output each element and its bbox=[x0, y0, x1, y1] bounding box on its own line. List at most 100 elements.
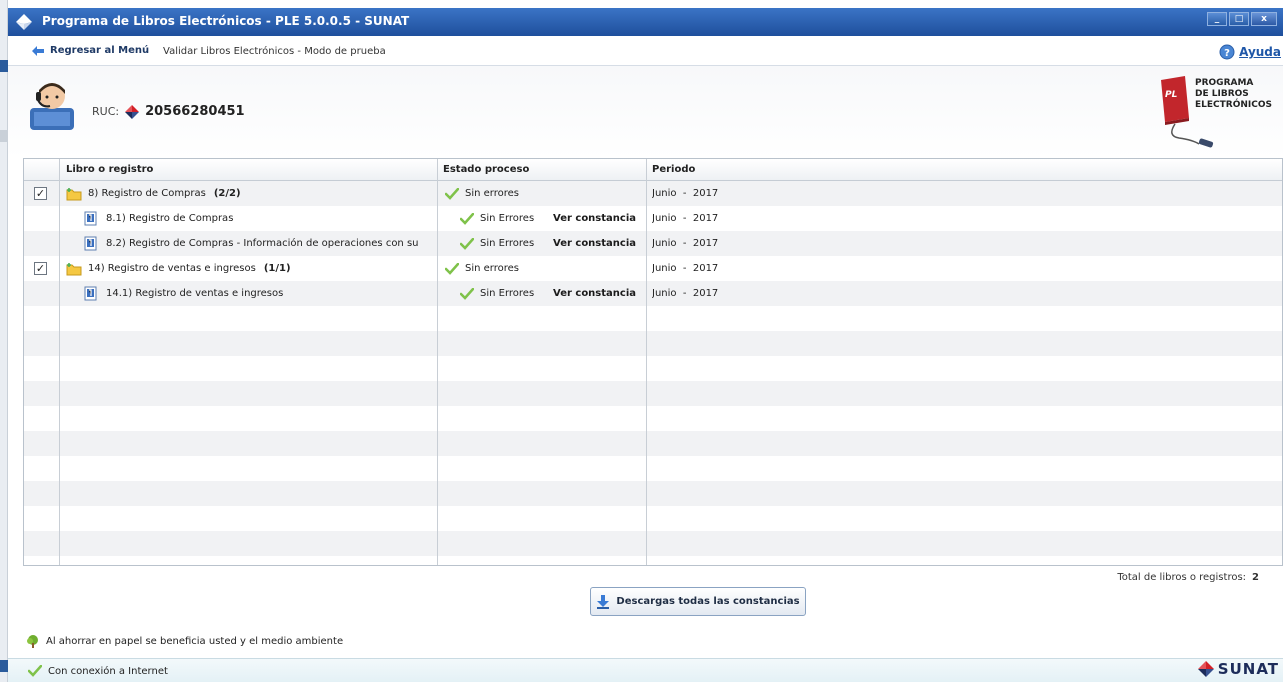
ple-window: Programa de Libros Electrónicos - PLE 5.… bbox=[0, 0, 1283, 682]
window-title: Programa de Libros Electrónicos - PLE 5.… bbox=[42, 14, 410, 28]
row-count: (2/2) bbox=[213, 188, 241, 199]
ruc-info: RUC: 20566280451 bbox=[92, 104, 245, 119]
connection-status: Con conexión a Internet bbox=[28, 665, 168, 677]
svg-text:?: ? bbox=[1224, 48, 1230, 59]
empty-table-row bbox=[24, 331, 1282, 356]
total-value: 2 bbox=[1252, 572, 1259, 583]
user-avatar-icon bbox=[30, 83, 74, 130]
column-header-libro[interactable]: Libro o registro bbox=[66, 164, 153, 175]
column-header-periodo[interactable]: Periodo bbox=[652, 164, 695, 175]
desktop-left-strip bbox=[0, 0, 8, 682]
title-bar[interactable]: Programa de Libros Electrónicos - PLE 5.… bbox=[8, 8, 1283, 36]
checkmark-icon bbox=[460, 287, 474, 300]
connection-status-text: Con conexión a Internet bbox=[48, 665, 168, 677]
empty-table-row bbox=[24, 506, 1282, 531]
empty-table-row bbox=[24, 381, 1282, 406]
table-row[interactable]: ✓ 14) Registro de ventas e ingresos (1/1) S… bbox=[24, 256, 1282, 281]
app-logo-icon bbox=[16, 14, 32, 30]
row-checkbox[interactable]: ✓ bbox=[34, 262, 47, 275]
strip-marker bbox=[0, 660, 8, 672]
back-arrow-icon bbox=[32, 45, 44, 56]
close-button[interactable]: x bbox=[1251, 12, 1277, 26]
view-certificate-link[interactable]: Ver constancia bbox=[553, 288, 636, 299]
row-book-name: 8.2) Registro de Compras - Información d… bbox=[106, 238, 419, 249]
eco-message-text: Al ahorrar en papel se beneficia usted y… bbox=[46, 635, 344, 647]
table-row[interactable]: 14.1) Registro de ventas e ingresos Sin E… bbox=[24, 281, 1282, 306]
view-certificate-link[interactable]: Ver constancia bbox=[553, 213, 636, 224]
row-book-name: 8) Registro de Compras bbox=[88, 188, 206, 199]
row-period: Junio - 2017 bbox=[652, 288, 719, 299]
row-status: Sin Errores bbox=[480, 288, 535, 299]
back-to-menu-link[interactable]: Regresar al Menú bbox=[32, 45, 149, 56]
row-book-name: 14) Registro de ventas e ingresos bbox=[88, 263, 256, 274]
checkmark-icon bbox=[445, 262, 459, 275]
eco-message: Al ahorrar en papel se beneficia usted y… bbox=[26, 634, 343, 648]
checkmark-icon bbox=[460, 212, 474, 225]
maximize-button[interactable]: □ bbox=[1229, 12, 1249, 26]
back-to-menu-label: Regresar al Menú bbox=[50, 45, 150, 56]
empty-table-row bbox=[24, 531, 1282, 556]
empty-table-row bbox=[24, 481, 1282, 506]
breadcrumb: Validar Libros Electrónicos - Modo de pr… bbox=[163, 46, 386, 57]
empty-table-row bbox=[24, 306, 1282, 331]
row-book-name: 8.1) Registro de Compras bbox=[106, 213, 234, 224]
status-bar: Con conexión a Internet SUNAT bbox=[8, 658, 1283, 682]
books-grid: Libro o registro Estado proceso Periodo … bbox=[23, 158, 1283, 566]
column-header-estado[interactable]: Estado proceso bbox=[443, 164, 529, 175]
table-row[interactable]: ✓ 8) Registro de Compras (2/2) Sin errores J… bbox=[24, 181, 1282, 206]
strip-marker bbox=[0, 130, 8, 142]
ruc-label: RUC: bbox=[92, 105, 120, 118]
file-icon bbox=[84, 286, 97, 301]
company-header: RUC: 20566280451 PL PROGRAMA DE LIBROS E… bbox=[8, 66, 1283, 158]
grid-header: Libro o registro Estado proceso Periodo bbox=[24, 159, 1282, 181]
row-book-name: 14.1) Registro de ventas e ingresos bbox=[106, 288, 284, 299]
row-status: Sin errores bbox=[465, 188, 519, 199]
help-icon: ? bbox=[1219, 44, 1235, 60]
ple-badge: PL bbox=[1165, 90, 1178, 100]
row-checkbox[interactable]: ✓ bbox=[34, 187, 47, 200]
row-period: Junio - 2017 bbox=[652, 188, 719, 199]
column-divider bbox=[59, 159, 60, 565]
checkmark-icon bbox=[28, 665, 42, 677]
table-row[interactable]: 8.2) Registro de Compras - Información d… bbox=[24, 231, 1282, 256]
file-icon bbox=[84, 236, 97, 251]
sunat-logo: SUNAT bbox=[1197, 660, 1279, 678]
sunat-logo-icon bbox=[1197, 661, 1214, 677]
empty-table-row bbox=[24, 356, 1282, 381]
column-divider bbox=[646, 159, 647, 565]
ruc-number: 20566280451 bbox=[145, 104, 245, 119]
row-count: (1/1) bbox=[263, 263, 291, 274]
row-period: Junio - 2017 bbox=[652, 238, 719, 249]
empty-table-row bbox=[24, 556, 1282, 565]
ple-logo-text: PROGRAMA DE LIBROS ELECTRÓNICOS bbox=[1195, 78, 1272, 110]
total-records: Total de libros o registros: 2 bbox=[1117, 572, 1259, 583]
help-label: Ayuda bbox=[1239, 45, 1281, 59]
nav-bar: Regresar al Menú Validar Libros Electrón… bbox=[8, 36, 1283, 66]
row-period: Junio - 2017 bbox=[652, 213, 719, 224]
view-certificate-link[interactable]: Ver constancia bbox=[553, 238, 636, 249]
window-controls: _ □ x bbox=[1207, 12, 1277, 26]
table-row[interactable]: 8.1) Registro de Compras Sin Errores Ver c… bbox=[24, 206, 1282, 231]
minimize-button[interactable]: _ bbox=[1207, 12, 1227, 26]
sunat-brand-text: SUNAT bbox=[1217, 660, 1279, 678]
row-status: Sin Errores bbox=[480, 238, 535, 249]
help-link[interactable]: ? Ayuda bbox=[1219, 44, 1281, 60]
download-all-label: Descargas todas las constancias bbox=[616, 596, 800, 607]
row-period: Junio - 2017 bbox=[652, 263, 719, 274]
folder-icon bbox=[66, 187, 82, 200]
row-status: Sin Errores bbox=[480, 213, 535, 224]
checkmark-icon bbox=[445, 187, 459, 200]
strip-marker bbox=[0, 60, 8, 72]
ple-logo: PL PROGRAMA DE LIBROS ELECTRÓNICOS bbox=[1155, 74, 1273, 154]
column-divider bbox=[437, 159, 438, 565]
file-icon bbox=[84, 211, 97, 226]
folder-icon bbox=[66, 262, 82, 275]
empty-table-row bbox=[24, 406, 1282, 431]
total-label: Total de libros o registros: bbox=[1117, 572, 1247, 583]
checkmark-icon bbox=[460, 237, 474, 250]
row-status: Sin errores bbox=[465, 263, 519, 274]
empty-table-row bbox=[24, 431, 1282, 456]
tree-icon bbox=[27, 635, 38, 648]
download-all-button[interactable]: Descargas todas las constancias bbox=[590, 587, 806, 616]
ruc-diamond-icon bbox=[125, 104, 140, 119]
